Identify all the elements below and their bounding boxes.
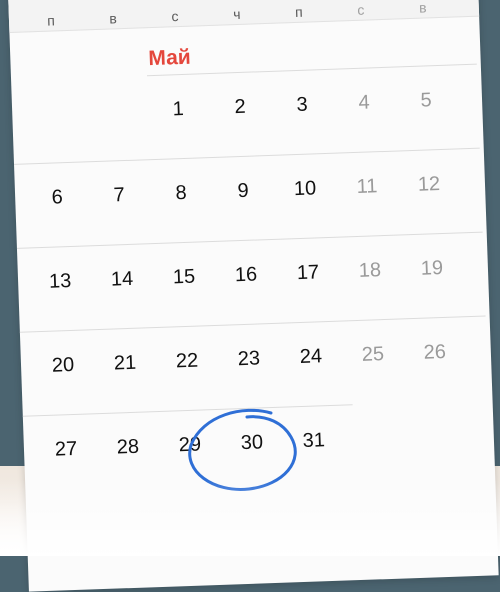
day-cell[interactable]: 27 (36, 437, 97, 462)
day-cell[interactable]: 3 (272, 93, 333, 118)
day-cell[interactable]: 2 (210, 95, 271, 120)
week-divider (19, 315, 486, 333)
circle-stroke (188, 408, 297, 491)
day-cell[interactable]: 10 (275, 177, 336, 202)
day-cell[interactable]: 21 (95, 351, 156, 376)
day-cell[interactable]: 22 (157, 349, 218, 374)
day-cell[interactable]: 17 (278, 261, 339, 286)
day-cell-weekend[interactable]: 11 (337, 175, 398, 200)
weekday-thu: ч (232, 5, 241, 23)
day-cell-weekend[interactable]: 5 (396, 88, 457, 113)
day-cell[interactable]: 13 (30, 269, 91, 294)
day-cell[interactable]: 8 (151, 181, 212, 206)
weekday-fri: п (294, 3, 303, 20)
weekday-header: п в с ч п с в (8, 0, 480, 33)
day-cell[interactable]: 6 (27, 185, 88, 210)
day-cell[interactable]: 14 (92, 267, 153, 292)
weekday-sat: с (357, 1, 365, 18)
day-cell[interactable]: 16 (216, 263, 277, 288)
day-cell[interactable]: 23 (219, 347, 280, 372)
week-divider (146, 63, 477, 77)
month-title: Май (148, 45, 192, 71)
day-cell[interactable]: 24 (281, 345, 342, 370)
weekday-tue: в (108, 10, 117, 27)
weekday-mon: п (46, 12, 56, 29)
day-cell[interactable]: 28 (98, 435, 159, 460)
weekday-wed: с (171, 8, 179, 25)
day-cell-weekend[interactable]: 19 (402, 256, 463, 281)
bottom-fade (0, 480, 500, 556)
day-cell-weekend[interactable]: 25 (343, 342, 404, 367)
day-cell[interactable]: 15 (154, 265, 215, 290)
week-divider (16, 231, 483, 249)
day-cell-weekend[interactable]: 12 (399, 172, 460, 197)
day-cell[interactable]: 9 (213, 179, 274, 204)
day-cell-weekend[interactable]: 18 (340, 258, 401, 283)
day-cell[interactable]: 7 (89, 183, 150, 208)
day-cell[interactable]: 20 (33, 353, 94, 378)
day-cell-weekend[interactable]: 4 (334, 91, 395, 116)
week-divider (14, 147, 480, 165)
day-cell-weekend[interactable]: 26 (404, 340, 465, 365)
weekday-sun: в (418, 0, 427, 16)
day-cell[interactable]: 1 (148, 97, 209, 122)
